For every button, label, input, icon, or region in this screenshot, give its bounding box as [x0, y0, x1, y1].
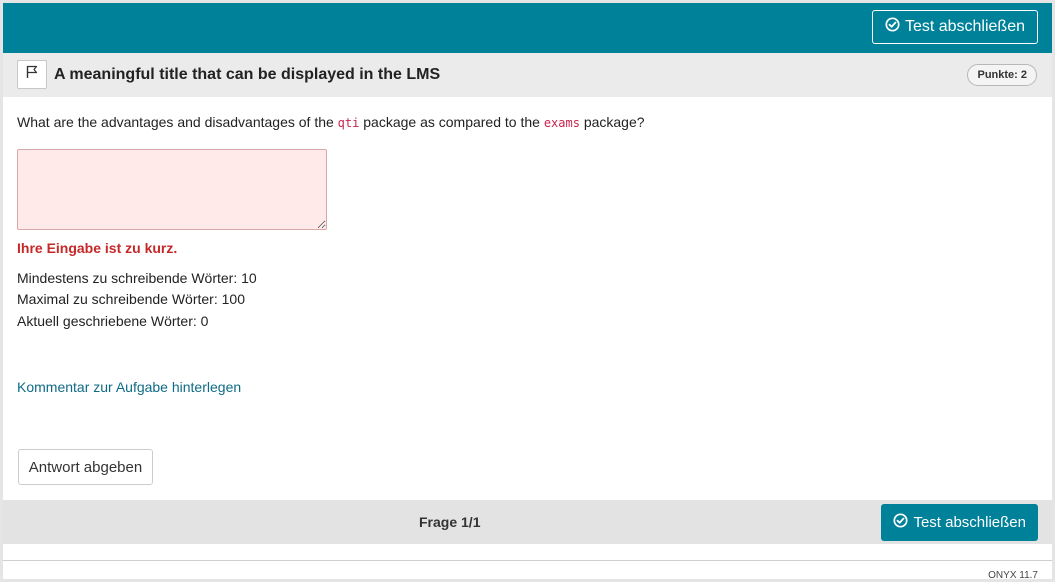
- question-text-part3: package?: [579, 114, 645, 130]
- footer-bar: Frage 1/1 Test abschließen: [3, 500, 1052, 544]
- top-bar: Test abschließen: [3, 3, 1052, 53]
- current-words-info: Aktuell geschriebene Wörter: 0: [17, 313, 209, 329]
- divider: [3, 560, 1052, 561]
- item-title-bar: A meaningful title that can be displayed…: [3, 53, 1052, 97]
- code-exams: exams: [543, 116, 580, 130]
- answer-textarea[interactable]: [17, 149, 327, 230]
- submit-answer-button[interactable]: Antwort abgeben: [18, 449, 153, 485]
- finish-test-label: Test abschließen: [904, 18, 1025, 35]
- add-comment-link[interactable]: Kommentar zur Aufgabe hinterlegen: [17, 379, 241, 395]
- max-words-info: Maximal zu schreibende Wörter: 100: [17, 291, 245, 307]
- finish-test-button-top[interactable]: Test abschließen: [871, 10, 1038, 44]
- check-circle-icon: [885, 17, 900, 37]
- question-text-part1: What are the advantages and disadvantage…: [17, 114, 338, 130]
- mark-question-button[interactable]: [17, 60, 47, 89]
- finish-test-button-bottom[interactable]: Test abschließen: [881, 504, 1038, 541]
- question-text-part2: package as compared to the: [359, 114, 544, 130]
- min-words-info: Mindestens zu schreibende Wörter: 10: [17, 270, 257, 286]
- finish-test-label: Test abschließen: [913, 514, 1026, 531]
- validation-error: Ihre Eingabe ist zu kurz.: [17, 240, 178, 256]
- item-title: A meaningful title that can be displayed…: [54, 66, 441, 83]
- flag-icon: [25, 65, 39, 84]
- code-qti: qti: [337, 116, 360, 130]
- check-circle-icon: [893, 513, 908, 532]
- points-badge: Punkte: 2: [967, 64, 1037, 86]
- question-text: What are the advantages and disadvantage…: [17, 114, 645, 130]
- version-label: ONYX 11.7: [988, 570, 1038, 579]
- test-frame: Test abschließen A meaningful title that…: [3, 3, 1052, 579]
- question-counter: Frage 1/1: [419, 514, 481, 530]
